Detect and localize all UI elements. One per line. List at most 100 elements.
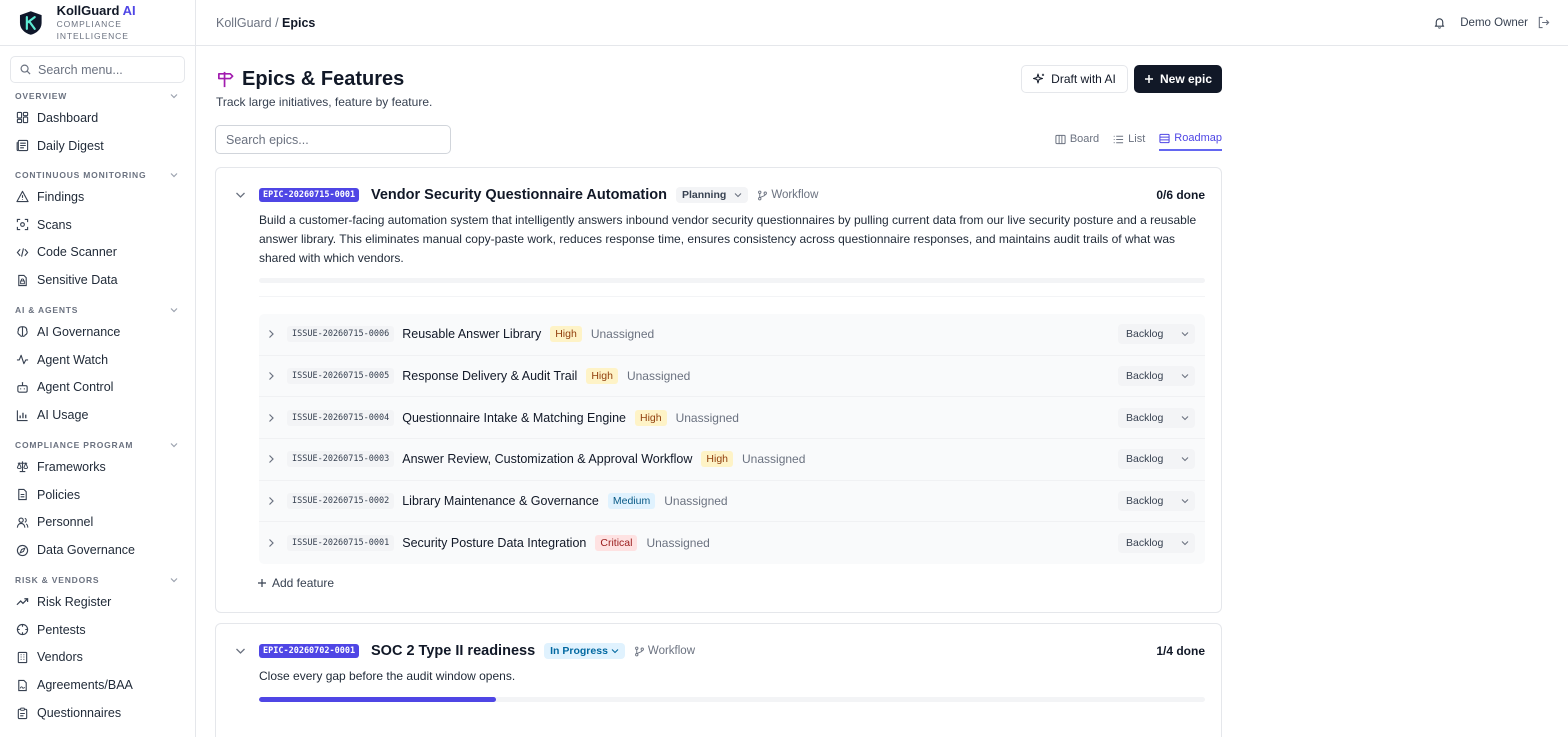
brand-name: KollGuard AI bbox=[56, 3, 136, 18]
feature-row[interactable]: ISSUE-20260715-0003 Answer Review, Custo… bbox=[259, 439, 1205, 481]
chevron-right-icon[interactable] bbox=[268, 538, 275, 548]
sidebar-item-policies[interactable]: Policies bbox=[0, 481, 195, 509]
chevron-down-icon[interactable] bbox=[235, 191, 246, 199]
section-header[interactable]: OVERVIEW bbox=[0, 88, 195, 104]
sidebar-item-frameworks[interactable]: Frameworks bbox=[0, 453, 195, 481]
users-icon bbox=[16, 517, 29, 528]
sidebar-item-data-governance[interactable]: Data Governance bbox=[0, 536, 195, 564]
new-epic-button[interactable]: New epic bbox=[1134, 65, 1222, 93]
feature-status-select[interactable]: Backlog bbox=[1118, 449, 1195, 470]
clipboard-icon bbox=[17, 707, 28, 719]
feature-title[interactable]: Reusable Answer Library bbox=[402, 327, 541, 341]
plus-icon bbox=[1144, 75, 1153, 83]
sidebar-item-scans[interactable]: Scans bbox=[0, 211, 195, 239]
sidebar-item-label: Vendors bbox=[37, 650, 83, 665]
draft-with-ai-button[interactable]: Draft with AI bbox=[1021, 65, 1128, 93]
feature-status-select[interactable]: Backlog bbox=[1118, 324, 1195, 345]
section-header[interactable]: AI & AGENTS bbox=[0, 302, 195, 318]
code-icon bbox=[16, 248, 29, 257]
user-name[interactable]: Demo Owner bbox=[1460, 17, 1528, 29]
divider bbox=[259, 296, 1205, 297]
epic-progress-bar bbox=[259, 278, 1205, 283]
menu-search-input[interactable] bbox=[38, 62, 178, 77]
plus-icon bbox=[258, 579, 266, 587]
menu-search[interactable] bbox=[10, 56, 185, 83]
feature-row[interactable]: ISSUE-20260715-0002 Library Maintenance … bbox=[259, 481, 1205, 523]
feature-title[interactable]: Questionnaire Intake & Matching Engine bbox=[402, 411, 626, 425]
sidebar-item-risk-register[interactable]: Risk Register bbox=[0, 588, 195, 616]
sidebar-item-personnel[interactable]: Personnel bbox=[0, 509, 195, 537]
feature-id: ISSUE-20260715-0004 bbox=[287, 409, 395, 426]
sidebar-item-ai-governance[interactable]: AI Governance bbox=[0, 318, 195, 346]
chevron-down-icon bbox=[611, 649, 619, 654]
feature-title[interactable]: Answer Review, Customization & Approval … bbox=[402, 452, 692, 466]
kollguard-logo-icon bbox=[19, 10, 42, 35]
sidebar-item-findings[interactable]: Findings bbox=[0, 183, 195, 211]
sidebar-item-agreements-baa[interactable]: Agreements/BAA bbox=[0, 671, 195, 699]
assignee[interactable]: Unassigned bbox=[664, 494, 727, 508]
epic-status-select[interactable]: Planning bbox=[675, 187, 749, 203]
feature-status-select[interactable]: Backlog bbox=[1118, 366, 1195, 387]
trending-up-icon bbox=[16, 598, 29, 606]
feature-status-select[interactable]: Backlog bbox=[1118, 533, 1195, 554]
sidebar-item-dashboard[interactable]: Dashboard bbox=[0, 104, 195, 132]
view-roadmap-tab[interactable]: Roadmap bbox=[1159, 127, 1222, 151]
feature-title[interactable]: Security Posture Data Integration bbox=[402, 536, 586, 550]
epic-id-badge: EPIC-20260715-0001 bbox=[259, 188, 360, 202]
sidebar-item-ai-usage[interactable]: AI Usage bbox=[0, 401, 195, 429]
priority-badge: High bbox=[634, 409, 667, 426]
sidebar-item-vendors[interactable]: Vendors bbox=[0, 644, 195, 672]
sidebar-item-daily-digest[interactable]: Daily Digest bbox=[0, 132, 195, 160]
sidebar-item-agent-control[interactable]: Agent Control bbox=[0, 374, 195, 402]
feature-title[interactable]: Response Delivery & Audit Trail bbox=[402, 369, 577, 383]
assignee[interactable]: Unassigned bbox=[646, 536, 709, 550]
feature-row[interactable]: ISSUE-20260715-0006 Reusable Answer Libr… bbox=[259, 314, 1205, 356]
workflow-link[interactable]: Workflow bbox=[634, 645, 695, 657]
logout-icon[interactable] bbox=[1537, 16, 1550, 29]
feature-title[interactable]: Library Maintenance & Governance bbox=[402, 494, 599, 508]
view-board-tab[interactable]: Board bbox=[1055, 127, 1099, 151]
assignee[interactable]: Unassigned bbox=[676, 411, 739, 425]
sidebar-item-sensitive-data[interactable]: Sensitive Data bbox=[0, 266, 195, 294]
feature-status-select[interactable]: Backlog bbox=[1118, 407, 1195, 428]
section-header[interactable]: COMPLIANCE PROGRAM bbox=[0, 437, 195, 453]
sidebar-item-code-scanner[interactable]: Code Scanner bbox=[0, 239, 195, 267]
chevron-right-icon[interactable] bbox=[268, 413, 275, 423]
feature-status-select[interactable]: Backlog bbox=[1118, 491, 1195, 512]
epic-status-select[interactable]: In Progress bbox=[544, 643, 625, 659]
bell-icon[interactable] bbox=[1433, 16, 1446, 29]
add-feature-button[interactable]: Add feature bbox=[257, 576, 334, 590]
chevron-down-icon bbox=[170, 308, 178, 313]
sidebar-item-questionnaires[interactable]: Questionnaires bbox=[0, 699, 195, 727]
view-switcher: Board List Roadmap bbox=[1041, 127, 1222, 151]
chevron-right-icon[interactable] bbox=[268, 329, 275, 339]
feature-row[interactable]: ISSUE-20260715-0005 Response Delivery & … bbox=[259, 356, 1205, 398]
brand[interactable]: KollGuard AI COMPLIANCE INTELLIGENCE bbox=[0, 0, 195, 46]
feature-id: ISSUE-20260715-0001 bbox=[287, 535, 395, 552]
breadcrumb-root[interactable]: KollGuard bbox=[216, 16, 272, 30]
feature-id: ISSUE-20260715-0006 bbox=[287, 326, 395, 343]
sidebar-item-label: Sensitive Data bbox=[37, 273, 118, 288]
epic-title[interactable]: SOC 2 Type II readiness In Progress Work… bbox=[371, 643, 695, 659]
feature-id: ISSUE-20260715-0002 bbox=[287, 493, 395, 510]
assignee[interactable]: Unassigned bbox=[627, 369, 690, 383]
feature-row[interactable]: ISSUE-20260715-0001 Security Posture Dat… bbox=[259, 522, 1205, 564]
nav-section-overview: OVERVIEW Dashboard Daily Digest bbox=[0, 88, 195, 160]
sidebar-item-agent-watch[interactable]: Agent Watch bbox=[0, 346, 195, 374]
epic-title[interactable]: Vendor Security Questionnaire Automation… bbox=[371, 187, 818, 203]
section-header[interactable]: RISK & VENDORS bbox=[0, 572, 195, 588]
section-header[interactable]: CONTINUOUS MONITORING bbox=[0, 167, 195, 183]
chevron-right-icon[interactable] bbox=[268, 371, 275, 381]
chevron-down-icon[interactable] bbox=[235, 647, 246, 655]
search-epics-input[interactable] bbox=[215, 125, 451, 154]
feature-row[interactable]: ISSUE-20260715-0004 Questionnaire Intake… bbox=[259, 397, 1205, 440]
workflow-link[interactable]: Workflow bbox=[757, 189, 818, 201]
assignee[interactable]: Unassigned bbox=[742, 452, 805, 466]
epic-description: Build a customer-facing automation syste… bbox=[259, 213, 1197, 265]
sidebar-item-label: Pentests bbox=[37, 622, 86, 637]
chevron-right-icon[interactable] bbox=[268, 496, 275, 506]
view-list-tab[interactable]: List bbox=[1113, 127, 1145, 151]
sidebar-item-pentests[interactable]: Pentests bbox=[0, 616, 195, 644]
chevron-right-icon[interactable] bbox=[268, 454, 275, 464]
assignee[interactable]: Unassigned bbox=[591, 327, 654, 341]
